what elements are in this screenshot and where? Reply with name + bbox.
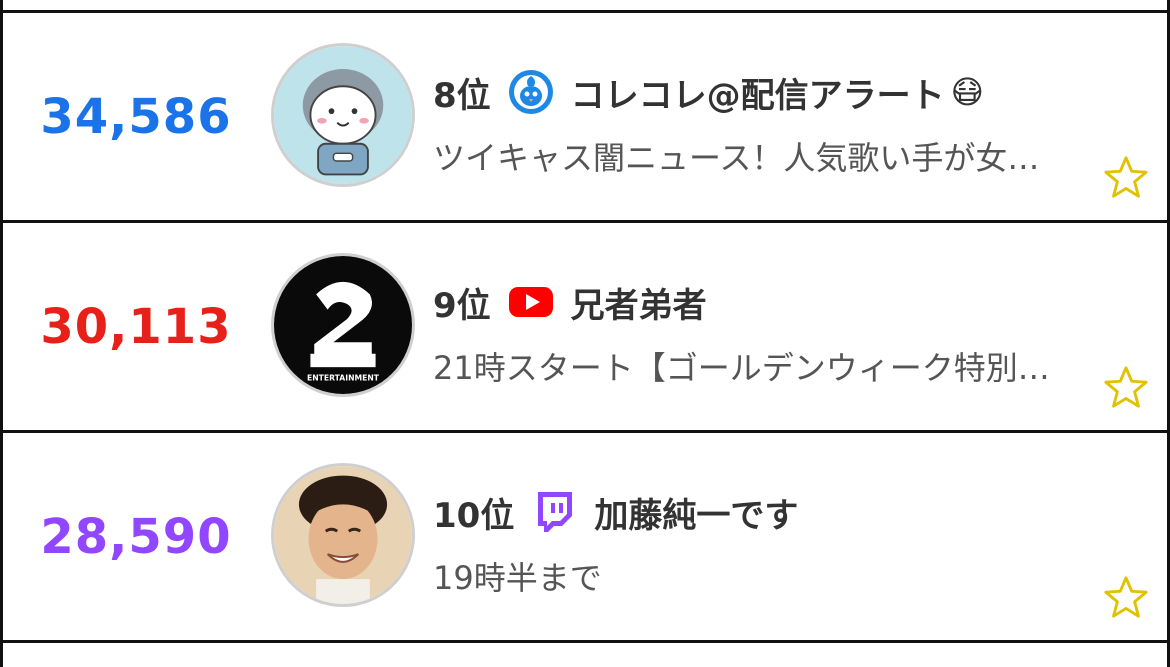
favorite-star-icon[interactable] — [1103, 154, 1149, 200]
avatar[interactable] — [271, 43, 415, 187]
avatar[interactable] — [271, 463, 415, 607]
streamer-name[interactable]: コレコレ@配信アラート 😷 — [571, 68, 984, 117]
list-item-previous[interactable] — [3, 0, 1167, 13]
mask-emoji-icon: 😷 — [950, 73, 985, 111]
list-item[interactable]: 30,113 ENTERTAINMENT 9位 兄者弟者 21時スタート【ゴール… — [3, 223, 1167, 433]
streamer-name[interactable]: 加藤純一です — [594, 488, 798, 537]
favorite-star-icon[interactable] — [1103, 364, 1149, 410]
stream-title-line: 8位 コレコレ@配信アラート 😷 — [433, 68, 984, 116]
viewer-count: 28,590 — [40, 508, 232, 565]
rank-label: 9位 — [433, 285, 491, 326]
rank-label: 8位 — [433, 75, 491, 116]
streamer-name-text: 加藤純一です — [594, 495, 799, 536]
avatar[interactable]: ENTERTAINMENT — [271, 253, 415, 397]
rank-label: 10位 — [433, 495, 515, 536]
list-item-next[interactable] — [3, 643, 1167, 667]
stream-subtitle: 19時半まで — [433, 559, 602, 597]
ranking-list: 34,586 8位 コレコレ@配信アラート 😷 ツイキャス闇ニュース！人気歌い手… — [0, 0, 1170, 667]
streamer-name-text: 兄者弟者 — [570, 285, 707, 326]
list-item[interactable]: 34,586 8位 コレコレ@配信アラート 😷 ツイキャス闇ニュース！人気歌い手… — [3, 13, 1167, 223]
twitcasting-icon — [507, 68, 555, 116]
stream-subtitle: 21時スタート【ゴールデンウィーク特別… — [433, 349, 1050, 387]
streamer-name-text: コレコレ@配信アラート — [570, 75, 945, 116]
list-item[interactable]: 28,590 10位 加藤純一です 19時半まで — [3, 433, 1167, 643]
youtube-icon — [507, 278, 555, 326]
stream-subtitle: ツイキャス闇ニュース！人気歌い手が女… — [433, 139, 1040, 177]
viewer-count: 34,586 — [40, 88, 232, 145]
avatar-logo-text: ENTERTAINMENT — [307, 374, 380, 383]
streamer-name[interactable]: 兄者弟者 — [571, 278, 707, 327]
stream-title-line: 9位 兄者弟者 — [433, 278, 707, 326]
avatar-photo-image — [274, 466, 412, 604]
avatar-logo-image: ENTERTAINMENT — [274, 256, 412, 394]
stream-title-line: 10位 加藤純一です — [433, 488, 798, 536]
viewer-count: 30,113 — [40, 298, 232, 355]
avatar-illustration-image — [274, 46, 412, 184]
favorite-star-icon[interactable] — [1103, 574, 1149, 620]
twitch-icon — [530, 488, 578, 536]
